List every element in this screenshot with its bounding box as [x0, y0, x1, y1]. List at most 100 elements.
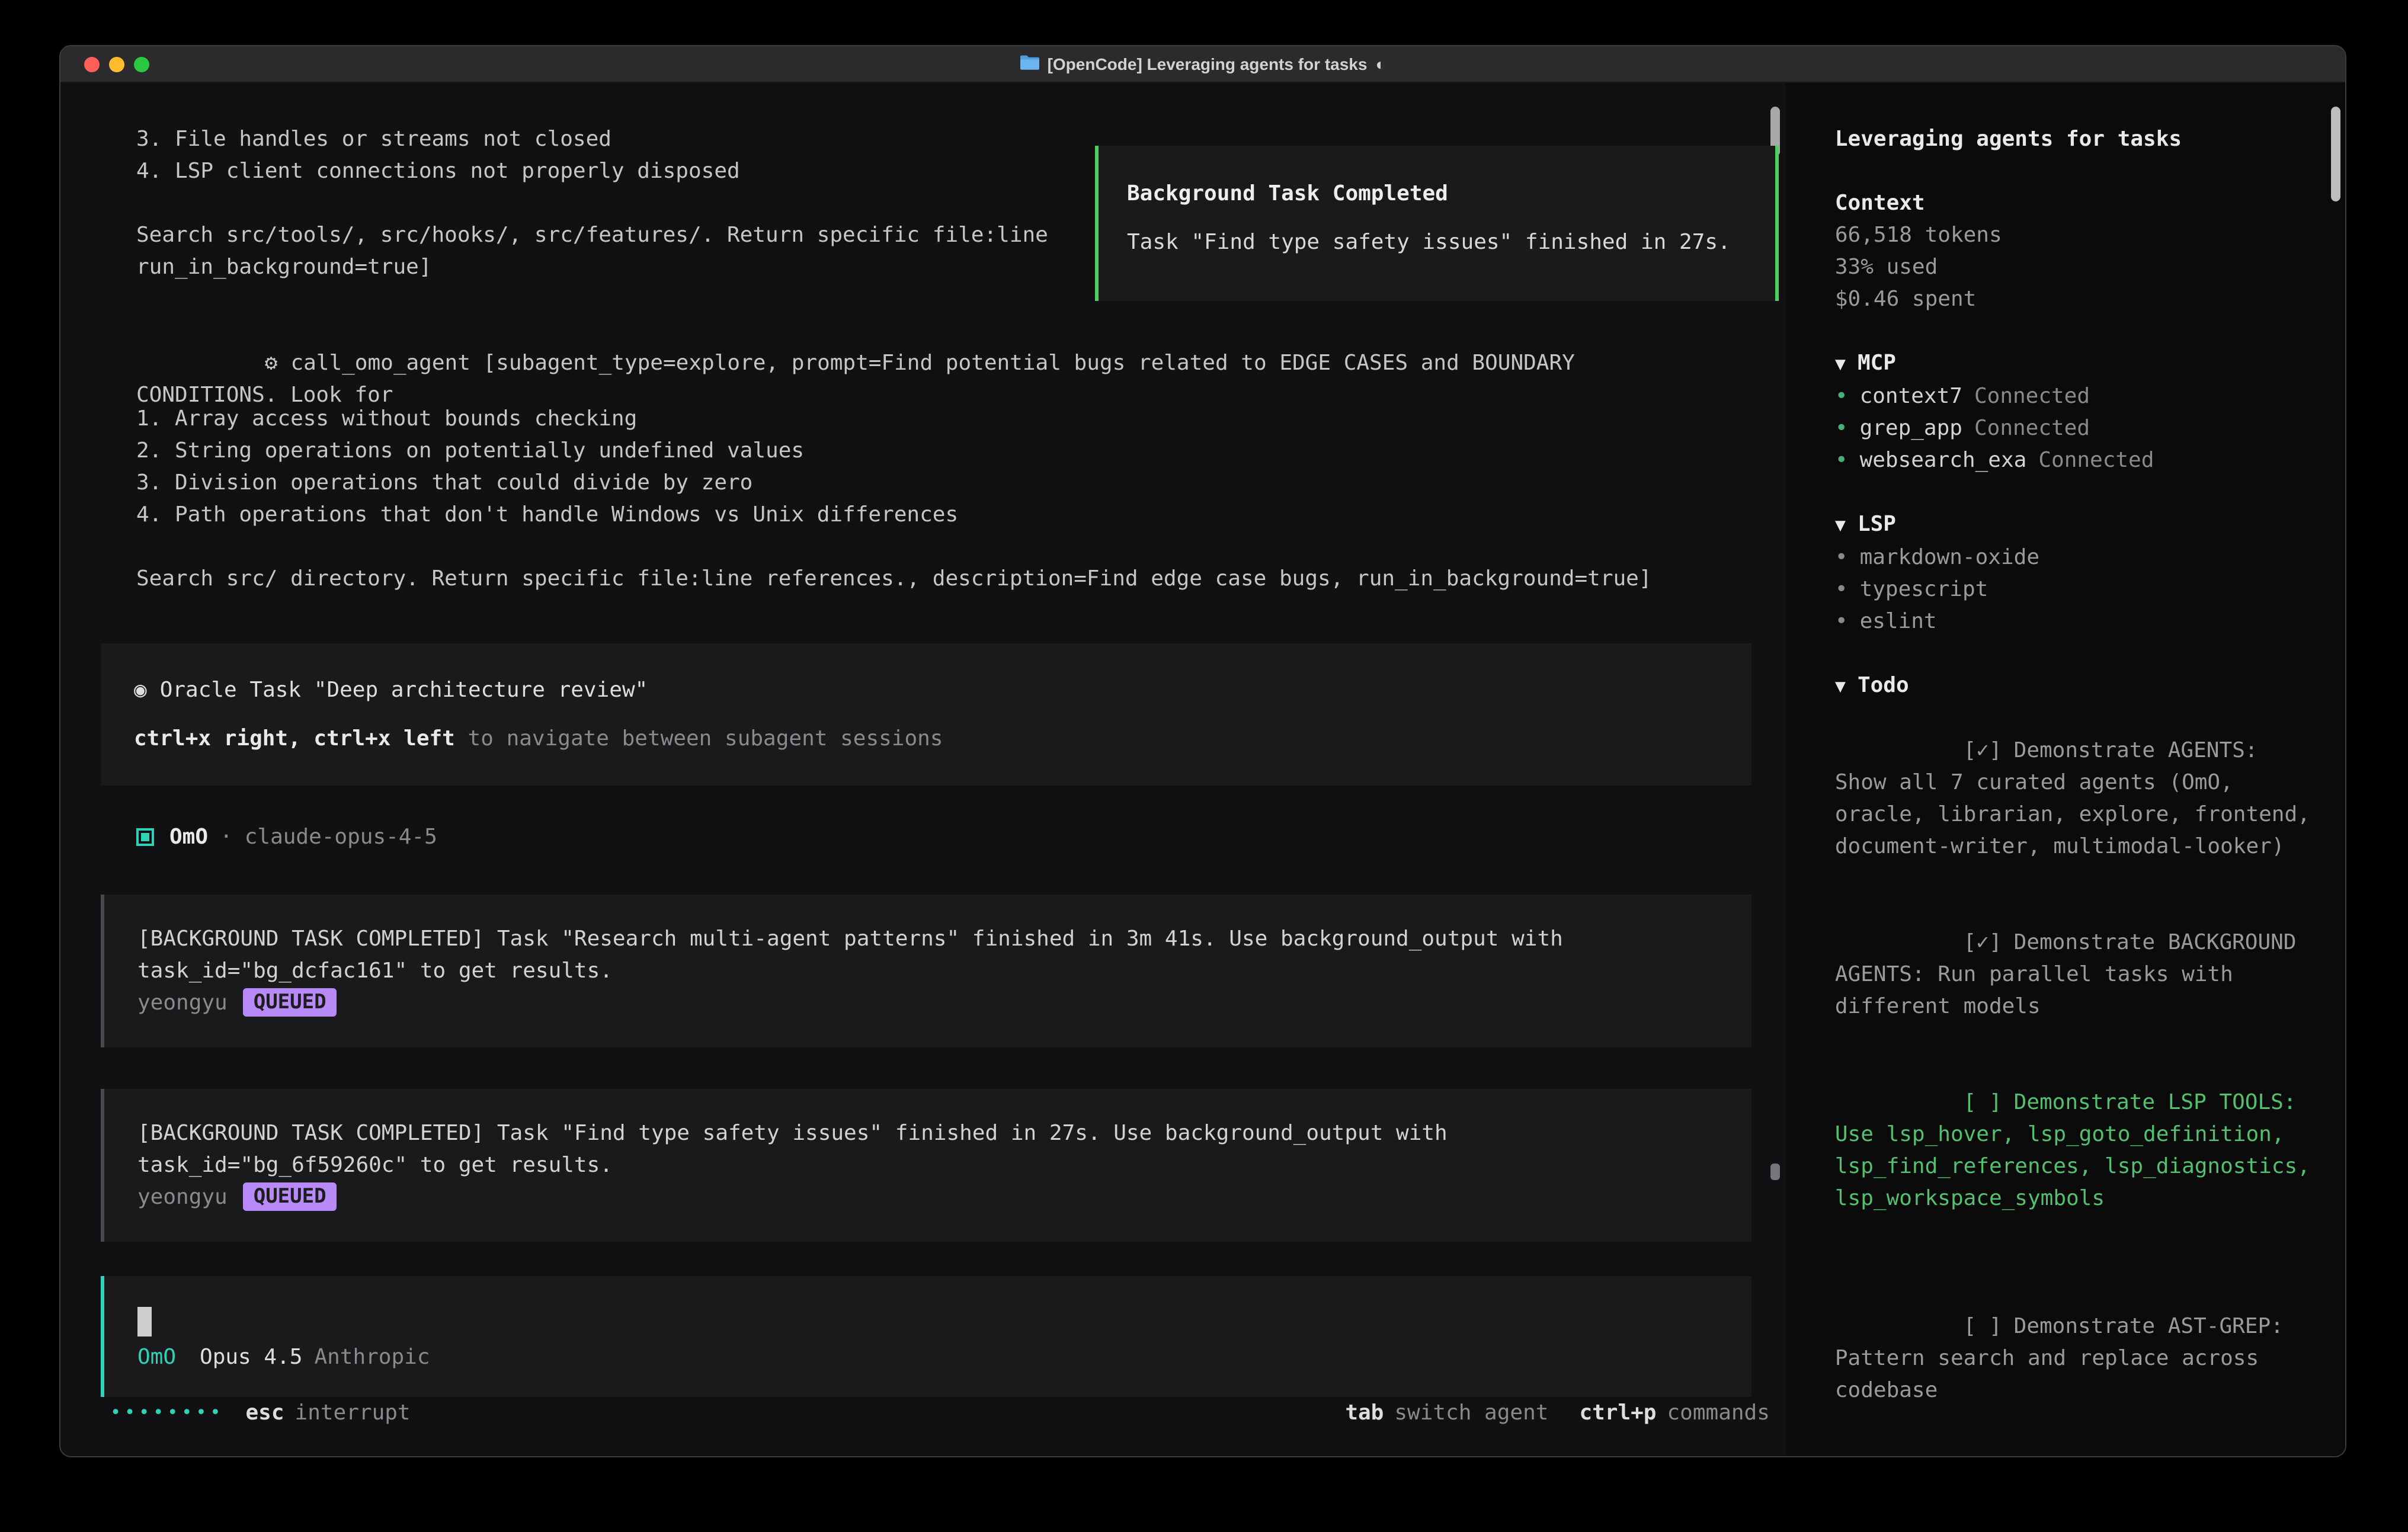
subagent-nav-hint: ctrl+x right, ctrl+x left to navigate be… — [134, 723, 1719, 755]
todo-item: [✓]Demonstrate BACKGROUND AGENTS: Run pa… — [1835, 895, 2316, 1055]
tab-key-label: switch agent — [1394, 1397, 1548, 1429]
mcp-item: •grep_appConnected — [1835, 412, 2316, 444]
status-right: tab switch agent ctrl+p commands — [1314, 1397, 1770, 1429]
window-title: [OpenCode] Leveraging agents for tasks — [1048, 48, 1368, 80]
todo-section-header[interactable]: ▼Todo — [1835, 669, 2316, 703]
status-bar: •••••••• esc interrupt tab switch agent … — [60, 1397, 1786, 1429]
message-author: yeongyu — [137, 987, 228, 1019]
todo-text: Demonstrate LSP TOOLS: Use lsp_hover, ls… — [1835, 1090, 2323, 1211]
input-model-name: Opus 4.5 — [200, 1341, 302, 1373]
esc-key-hint: esc — [246, 1397, 284, 1429]
gear-icon: ⚙ — [265, 351, 278, 376]
lsp-item: •markdown-oxide — [1835, 541, 2316, 573]
session-title: Leveraging agents for tasks — [1835, 123, 2316, 155]
lsp-name: typescript — [1860, 577, 1988, 602]
message-block: [BACKGROUND TASK COMPLETED] Task "Find t… — [101, 1089, 1752, 1242]
todo-item: [ ]Demonstrate AST-GREP: Pattern search … — [1835, 1278, 2316, 1438]
context-used: 33% used — [1835, 251, 2316, 283]
status-left: •••••••• esc interrupt — [110, 1397, 411, 1429]
sidebar: Leveraging agents for tasks Context 66,5… — [1811, 83, 2345, 1457]
message-line: [BACKGROUND TASK COMPLETED] Task "Resear… — [137, 923, 1719, 955]
mcp-section-header[interactable]: ▼ MCP — [1835, 347, 2316, 380]
input-agent-name: OmO — [137, 1341, 176, 1373]
mcp-name: websearch_exa — [1860, 448, 2027, 473]
message-line: task_id="bg_dcfac161" to get results. — [137, 955, 1719, 987]
close-button[interactable] — [84, 56, 100, 72]
todo-item-active: [ ]Demonstrate LSP TOOLS: Use lsp_hover,… — [1835, 1055, 2316, 1246]
mcp-item: •context7Connected — [1835, 380, 2316, 412]
bullet-icon: • — [1835, 448, 1848, 473]
agent-square-icon — [136, 828, 154, 846]
context-heading: Context — [1835, 187, 2316, 219]
pane-divider — [1786, 83, 1811, 1457]
lsp-item: • eslint — [1835, 605, 2316, 637]
message-meta: yeongyu QUEUED — [137, 987, 1719, 1019]
commands-key-hint: ctrl+p — [1579, 1397, 1656, 1429]
terminal-main-pane: Background Task Completed Task "Find typ… — [60, 83, 1786, 1457]
mcp-item: •websearch_exaConnected — [1835, 444, 2316, 476]
traffic-lights — [84, 56, 149, 72]
lsp-name: eslint — [1860, 609, 1937, 634]
oracle-task-title: ◉ Oracle Task "Deep architecture review" — [134, 674, 1719, 706]
notification-title: Background Task Completed — [1127, 178, 1747, 210]
todo-heading-label: Todo — [1858, 673, 1909, 698]
sidebar-scrollbar-thumb[interactable] — [2331, 107, 2340, 201]
lsp-name: markdown-oxide — [1860, 545, 2039, 570]
mcp-heading-label: MCP — [1858, 351, 1896, 376]
tab-key-hint: tab — [1345, 1397, 1384, 1429]
minimize-button[interactable] — [109, 56, 124, 72]
tool-call-line: 3. Division operations that could divide… — [136, 467, 1703, 499]
input-provider-name: Anthropic — [314, 1341, 430, 1373]
tool-call-line: 2. String operations on potentially unde… — [136, 435, 1703, 467]
tool-call-line — [136, 531, 1703, 563]
context-tokens: 66,518 tokens — [1835, 219, 2316, 251]
commands-hint-group: ctrl+p commands — [1579, 1397, 1769, 1429]
lsp-section-header[interactable]: ▼LSP — [1835, 508, 2316, 541]
oracle-title-text: Oracle Task "Deep architecture review" — [160, 678, 648, 703]
message-scrollbar-thumb[interactable] — [1771, 1164, 1781, 1180]
bullet-icon: • — [1835, 416, 1848, 441]
zoom-button[interactable] — [134, 56, 149, 72]
app-window: [OpenCode] Leveraging agents for tasks ◐… — [59, 45, 2346, 1457]
todo-item: [✓]Demonstrate AGENTS: Show all 7 curate… — [1835, 703, 2316, 895]
bullet-icon: • — [1835, 609, 1848, 634]
loading-indicator: ◐ — [1375, 48, 1385, 80]
message-meta: yeongyu QUEUED — [137, 1181, 1719, 1213]
status-badge: QUEUED — [243, 989, 337, 1017]
desktop: [OpenCode] Leveraging agents for tasks ◐… — [0, 0, 2408, 1532]
todo-item: [ ]Demonstrate MCP INTEGRATIONS: Use con… — [1835, 1438, 2316, 1457]
notification-body: Task "Find type safety issues" finished … — [1127, 226, 1747, 258]
bullet-icon: • — [1835, 384, 1848, 409]
tab-hint-group: tab switch agent — [1345, 1397, 1548, 1429]
folder-icon — [1020, 48, 1039, 80]
hint-text: to navigate between subagent sessions — [455, 726, 943, 751]
lsp-item: • typescript — [1835, 573, 2316, 605]
mcp-name: grep_app — [1860, 416, 1962, 441]
status-badge: QUEUED — [243, 1183, 337, 1212]
esc-key-label: interrupt — [295, 1397, 411, 1429]
message-block: [BACKGROUND TASK COMPLETED] Task "Resear… — [101, 895, 1752, 1047]
notification-toast: Background Task Completed Task "Find typ… — [1095, 146, 1779, 301]
window-titlebar[interactable]: [OpenCode] Leveraging agents for tasks ◐ — [60, 46, 2345, 83]
tool-call-line: Search src/ directory. Return specific f… — [136, 563, 1703, 595]
message-author: yeongyu — [137, 1181, 228, 1213]
oracle-task-panel: ◉Oracle Task "Deep architecture review" … — [101, 643, 1752, 786]
message-line: [BACKGROUND TASK COMPLETED] Task "Find t… — [137, 1117, 1719, 1149]
input-meta: OmO Opus 4.5 Anthropic — [137, 1341, 1719, 1373]
prompt-input[interactable]: OmO Opus 4.5 Anthropic — [101, 1276, 1752, 1397]
window-content: Background Task Completed Task "Find typ… — [60, 83, 2345, 1457]
tool-call-line: 1. Array access without bounds checking — [136, 403, 1703, 435]
agent-name: OmO — [169, 821, 208, 853]
checkbox-checked-icon: [✓] — [1964, 738, 2002, 763]
checkbox-empty-icon: [ ] — [1964, 1314, 2002, 1339]
tool-call-line: 4. Path operations that don't handle Win… — [136, 499, 1703, 531]
oracle-icon: ◉ — [134, 678, 147, 703]
spinner-dots: •••••••• — [110, 1397, 225, 1429]
message-line: task_id="bg_6f59260c" to get results. — [137, 1149, 1719, 1181]
bullet-icon: • — [1835, 577, 1848, 602]
todo-text: Demonstrate BACKGROUND AGENTS: Run paral… — [1835, 930, 2309, 1019]
chevron-down-icon: ▼ — [1835, 353, 1846, 374]
tool-call-header: ⚙call_omo_agent [subagent_type=explore, … — [136, 315, 1703, 403]
context-spent: $0.46 spent — [1835, 283, 2316, 315]
checkbox-empty-icon: [ ] — [1964, 1090, 2002, 1115]
